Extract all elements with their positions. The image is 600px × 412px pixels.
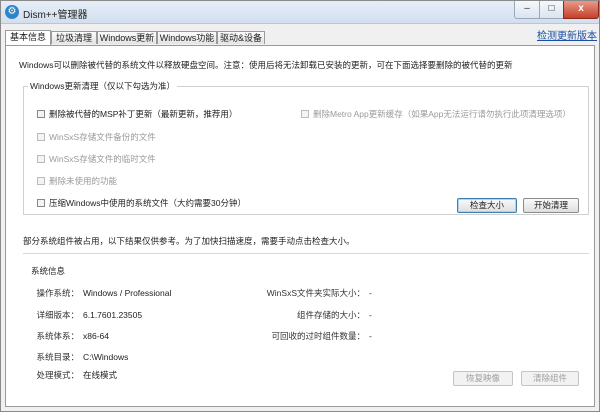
title-bar[interactable]: ⚙ Dism++管理器 ‒ □ x (1, 1, 599, 24)
restore-image-button[interactable]: 恢复映像 (453, 371, 513, 386)
option-label: 删除未使用的功能 (49, 176, 118, 186)
option-label: WinSxS存储文件备份的文件 (49, 132, 156, 142)
info-value: 在线模式 (83, 370, 118, 380)
info-arch: 系统体系： x86-64 (31, 330, 109, 342)
info-key: 操作系统： (36, 288, 79, 298)
option-unused-features[interactable]: 删除未使用的功能 (37, 175, 117, 187)
minimize-button[interactable]: ‒ (514, 1, 540, 19)
tab-drivers-devices[interactable]: 驱动&设备 (217, 31, 265, 44)
info-value: - (369, 288, 372, 298)
maximize-button[interactable]: □ (539, 1, 564, 19)
info-key: 系统体系： (36, 331, 79, 341)
info-mode: 处理模式： 在线模式 (31, 369, 117, 381)
info-key: 组件存储的大小： (296, 310, 365, 320)
option-winsxs-backup[interactable]: WinSxS存储文件备份的文件 (37, 131, 156, 143)
info-value: - (369, 310, 372, 320)
note-text: 部分系统组件被占用，以下结果仅供参考。为了加快扫描速度，需要手动点击检查大小。 (23, 236, 355, 246)
check-size-button[interactable]: 检查大小 (457, 198, 517, 213)
tab-windows-features[interactable]: Windows功能 (157, 31, 217, 44)
close-button[interactable]: x (563, 1, 599, 19)
checkbox[interactable] (37, 199, 45, 207)
info-winsxs-size: WinSxS文件夹实际大小： - (263, 287, 372, 299)
option-winsxs-temp[interactable]: WinSxS存储文件的临时文件 (37, 153, 156, 165)
option-label: 删除被代替的MSP补丁更新（最新更新，推荐用） (49, 109, 238, 119)
option-label: WinSxS存储文件的临时文件 (49, 154, 156, 164)
checkbox[interactable] (37, 110, 45, 118)
group-title: Windows更新清理（仅以下勾选为准） (28, 80, 177, 92)
checkbox[interactable] (37, 177, 45, 185)
info-key: 详细版本： (36, 310, 79, 320)
info-os: 操作系统： Windows / Professional (31, 287, 171, 299)
clean-components-button[interactable]: 清除组件 (521, 371, 579, 386)
info-value: Windows / Professional (83, 288, 172, 298)
option-label: 压缩Windows中使用的系统文件（大约需要30分钟） (49, 198, 246, 208)
checkbox[interactable] (301, 110, 309, 118)
info-key: 处理模式： (36, 370, 79, 380)
app-window: ⚙ Dism++管理器 ‒ □ x 基本信息 垃圾清理 Windows更新 Wi… (0, 0, 600, 412)
info-key: 可回收的过时组件数量： (271, 331, 365, 341)
divider (23, 253, 589, 254)
start-cleanup-button[interactable]: 开始清理 (523, 198, 579, 213)
checkbox[interactable] (37, 133, 45, 141)
info-version: 详细版本： 6.1.7601.23505 (31, 309, 142, 321)
checkbox[interactable] (37, 155, 45, 163)
tab-basic-info[interactable]: 基本信息 (5, 30, 51, 45)
info-reclaimable: 可回收的过时组件数量： - (263, 330, 372, 342)
info-key: 系统目录： (36, 352, 79, 362)
option-compress-system[interactable]: 压缩Windows中使用的系统文件（大约需要30分钟） (37, 197, 246, 209)
info-value: C:\Windows (83, 352, 129, 362)
info-store-size: 组件存储的大小： - (263, 309, 372, 321)
option-msp-cleanup[interactable]: 删除被代替的MSP补丁更新（最新更新，推荐用） (37, 108, 237, 120)
tab-windows-update[interactable]: Windows更新 (97, 31, 157, 44)
option-metro-cache[interactable]: 删除Metro App更新缓存（如果App无法运行请勿执行此项清理选项） (301, 108, 571, 120)
app-gear-icon: ⚙ (5, 5, 19, 19)
info-sysdir: 系统目录： C:\Windows (31, 351, 128, 363)
check-update-link[interactable]: 检测更新版本 (537, 27, 597, 42)
info-value: 6.1.7601.23505 (83, 310, 143, 320)
info-key: WinSxS文件夹实际大小： (266, 288, 365, 298)
intro-text: Windows可以删除被代替的系统文件以释放硬盘空间。注意：使用后将无法卸载已安… (19, 60, 513, 70)
sysinfo-title: 系统信息 (31, 266, 66, 276)
window-title: Dism++管理器 (23, 10, 88, 21)
info-value: x86-64 (83, 331, 109, 341)
info-value: - (369, 331, 372, 341)
tab-junk-cleanup[interactable]: 垃圾清理 (51, 31, 97, 44)
update-cleanup-group (23, 86, 589, 215)
option-label: 删除Metro App更新缓存（如果App无法运行请勿执行此项清理选项） (313, 109, 571, 119)
